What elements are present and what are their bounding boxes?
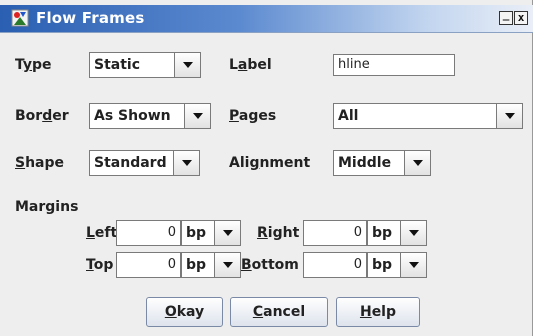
shape-value: Standard [94, 155, 167, 171]
margin-top-unit-dropdown[interactable]: bp [181, 252, 241, 278]
flow-frames-dialog: Flow Frames _ x Type Static Label hline … [0, 0, 533, 336]
title-bar[interactable]: Flow Frames _ x [0, 5, 533, 33]
pages-dropdown[interactable]: All [333, 103, 523, 129]
margin-right-unit-dropdown[interactable]: bp [367, 220, 427, 246]
margin-left-input[interactable]: 0 [116, 220, 181, 246]
shape-label: Shape [15, 155, 65, 171]
margin-top-unit: bp [186, 257, 207, 273]
help-button[interactable]: Help [336, 297, 420, 327]
chevron-down-icon[interactable] [174, 53, 200, 77]
chevron-down-icon[interactable] [184, 104, 210, 128]
close-button[interactable]: x [514, 11, 528, 25]
shape-dropdown[interactable]: Standard [89, 150, 200, 176]
close-icon: x [517, 11, 525, 24]
cancel-button[interactable]: Cancel [230, 297, 328, 327]
margin-bottom-unit-dropdown[interactable]: bp [367, 252, 427, 278]
alignment-label: Alignment [229, 155, 311, 171]
chevron-down-icon[interactable] [173, 151, 199, 175]
chevron-down-icon[interactable] [404, 151, 430, 175]
margin-bottom-input[interactable]: 0 [303, 252, 367, 278]
margin-right-label: Right [257, 225, 300, 241]
margin-left-unit: bp [186, 225, 207, 241]
chevron-down-icon[interactable] [496, 104, 522, 128]
border-dropdown[interactable]: As Shown [89, 103, 211, 129]
minimize-button[interactable]: _ [499, 8, 513, 25]
chevron-down-icon[interactable] [400, 221, 426, 245]
type-dropdown[interactable]: Static [89, 52, 201, 78]
window-title: Flow Frames [36, 9, 145, 27]
alignment-dropdown[interactable]: Middle [333, 150, 431, 176]
type-value: Static [94, 57, 141, 73]
margin-top-input[interactable]: 0 [116, 252, 181, 278]
chevron-down-icon[interactable] [400, 253, 426, 277]
okay-button[interactable]: Okay [146, 297, 223, 327]
margin-bottom-label: Bottom [241, 257, 299, 273]
margin-right-input[interactable]: 0 [303, 220, 367, 246]
border-label: Border [15, 108, 69, 124]
margin-top-label: Top [86, 257, 114, 273]
border-value: As Shown [94, 108, 171, 124]
margin-left-unit-dropdown[interactable]: bp [181, 220, 241, 246]
type-label: Type [15, 57, 52, 73]
label-input[interactable]: hline [333, 54, 455, 76]
pages-value: All [338, 108, 359, 124]
margin-left-label: Left [86, 225, 118, 241]
chevron-down-icon[interactable] [214, 221, 240, 245]
label-label: Label [229, 57, 272, 73]
pages-label: Pages [229, 108, 277, 124]
alignment-value: Middle [338, 155, 392, 171]
margin-right-unit: bp [372, 225, 393, 241]
minimize-icon: _ [502, 8, 510, 21]
app-icon [11, 9, 29, 27]
chevron-down-icon[interactable] [214, 253, 240, 277]
margins-heading: Margins [15, 199, 79, 215]
margin-bottom-unit: bp [372, 257, 393, 273]
